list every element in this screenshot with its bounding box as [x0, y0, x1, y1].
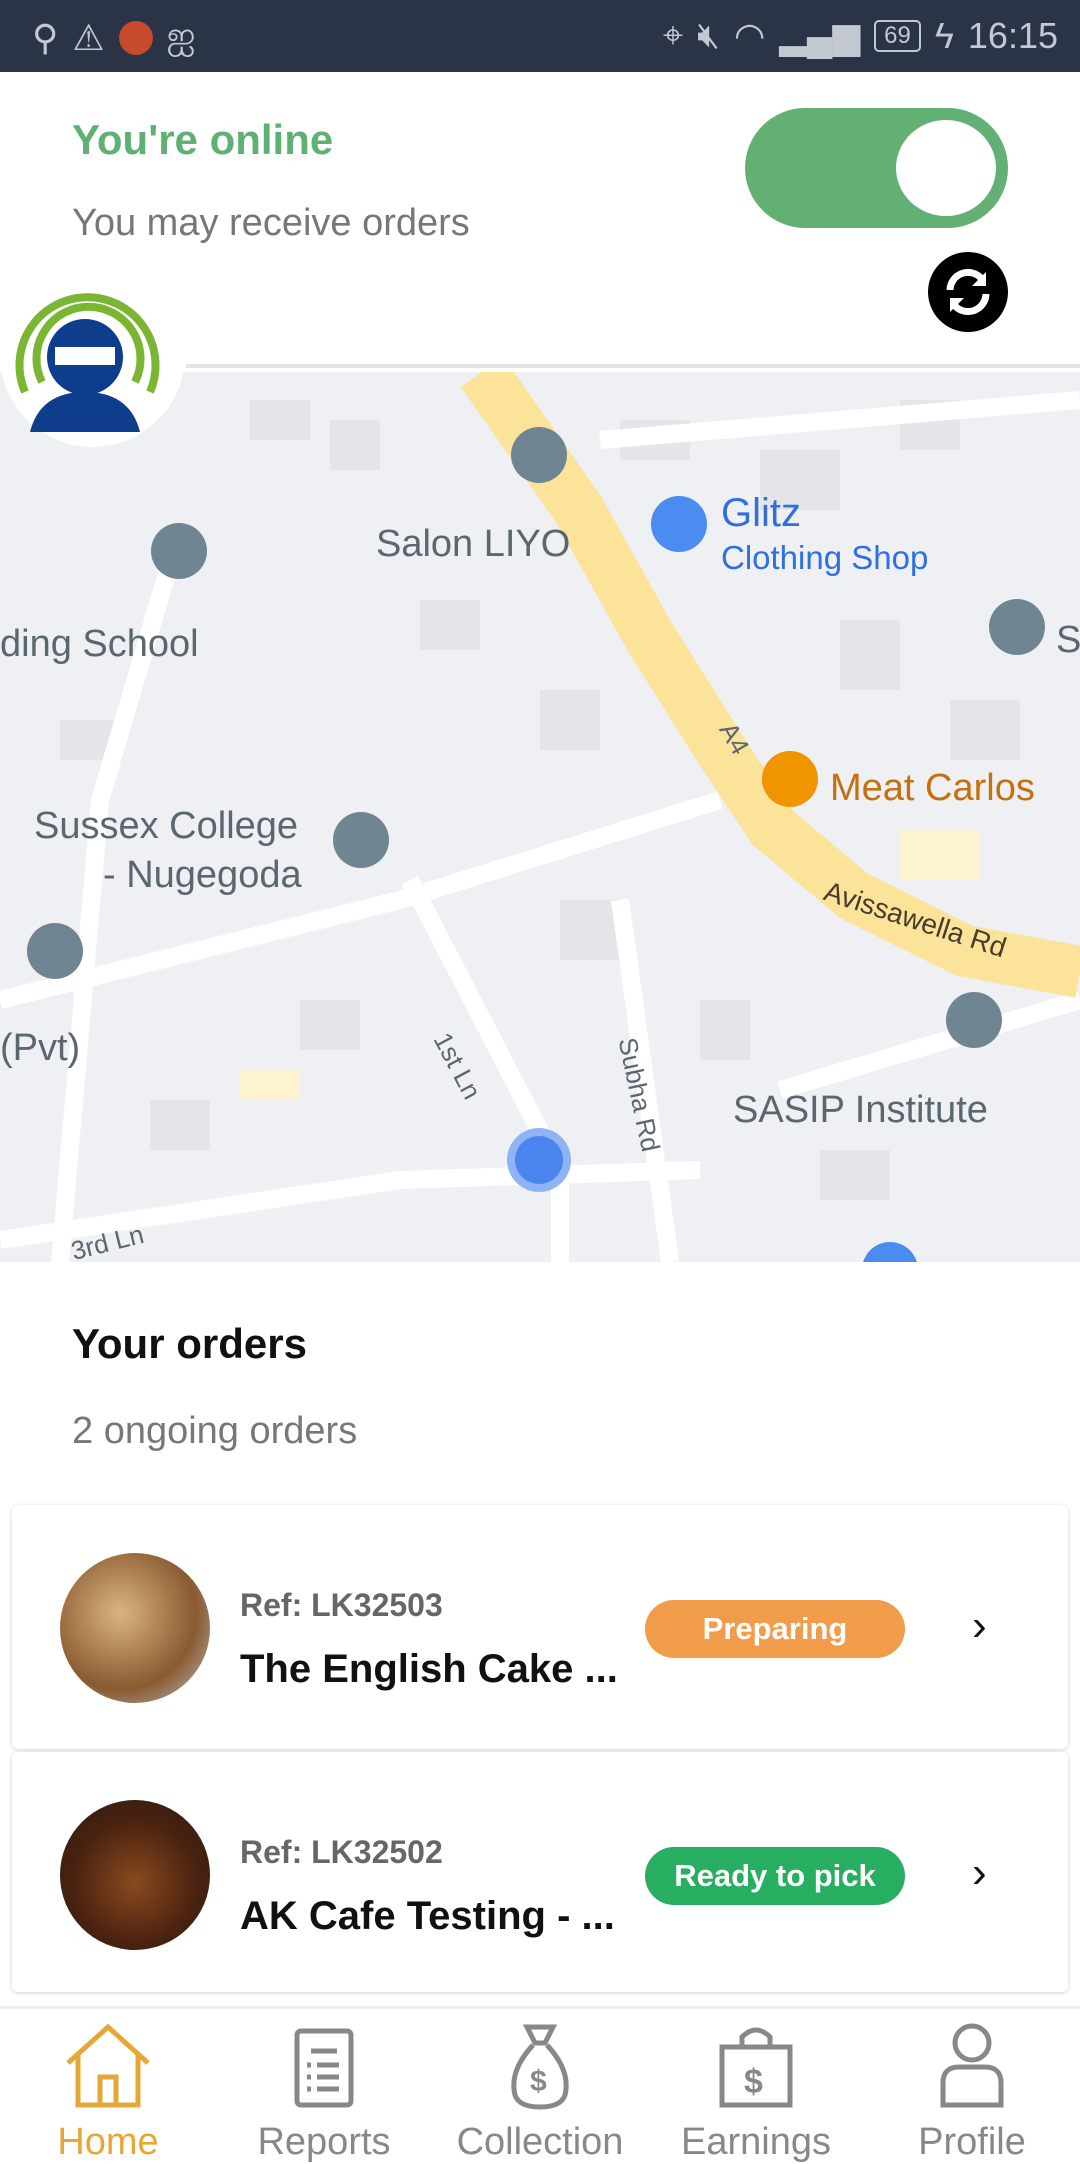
refresh-icon	[946, 268, 990, 316]
notification-icons: ⚲ ⚠ ஐ	[32, 14, 196, 61]
refresh-button[interactable]	[928, 252, 1008, 332]
location-icon: ⌖	[662, 14, 684, 55]
map-label: SASIP Institute	[733, 1089, 988, 1131]
map-label: S	[1056, 619, 1080, 661]
orders-title: Your orders	[72, 1320, 307, 1367]
wifi-icon: ◠	[733, 14, 766, 56]
restaurant-image	[60, 1800, 210, 1950]
home-icon	[66, 2023, 150, 2108]
restaurant-name: AK Cafe Testing - ...	[240, 1894, 615, 1938]
toggle-knob	[896, 120, 996, 216]
nav-home[interactable]: Home	[0, 2009, 216, 2163]
chevron-right-icon: ›	[972, 1848, 987, 1897]
nav-earnings[interactable]: $ Earnings	[648, 2009, 864, 2163]
mute-icon: 🔇︎	[697, 14, 720, 55]
user-icon	[940, 2023, 1004, 2108]
order-ref: Ref: LK32502	[240, 1834, 443, 1870]
order-card[interactable]: Ref: LK32503 The English Cake ... Prepar…	[12, 1505, 1068, 1749]
map-label: (Pvt)	[0, 1027, 80, 1069]
map-label: 1st Ln	[428, 1027, 488, 1104]
charging-icon: ϟ	[934, 14, 954, 56]
chevron-right-icon: ›	[972, 1601, 987, 1650]
bottom-nav: Home Reports $ Collection $ Earnings Pro…	[0, 2006, 1080, 2163]
map-label: ding School	[0, 623, 199, 665]
restaurant-name: The English Cake ...	[240, 1647, 618, 1691]
status-bar: ⚲ ⚠ ஐ ⌖ 🔇︎ ◠ ▂▄▆ 69 ϟ 16:15	[0, 0, 1080, 72]
money-bag-icon: $	[511, 2024, 569, 2110]
order-card[interactable]: Ref: LK32502 AK Cafe Testing - ... Ready…	[12, 1752, 1068, 1992]
nav-profile[interactable]: Profile	[864, 2009, 1080, 2163]
signal-icon: ▂▄▆	[779, 14, 861, 56]
app-notification-icon	[118, 20, 153, 55]
money-bag-dollar-icon: $	[719, 2027, 793, 2108]
courier-logo	[0, 262, 185, 447]
map-canvas: Salon LIYO Glitz Clothing Shop ding Scho…	[0, 372, 1080, 1262]
svg-text:$: $	[530, 2065, 547, 2098]
clock: 16:15	[967, 14, 1058, 56]
status-badge: Preparing	[645, 1600, 905, 1658]
clipboard-icon	[294, 2028, 354, 2108]
orders-count: 2 ongoing orders	[72, 1410, 358, 1452]
map-label: Sussex College	[34, 805, 298, 847]
warning-icon: ⚠	[72, 16, 105, 58]
status-badge: Ready to pick	[645, 1847, 905, 1905]
map-label: Subha Rd	[613, 1035, 666, 1154]
map-label: - Nugegoda	[103, 854, 302, 896]
map-label: Clothing Shop	[721, 539, 928, 576]
nav-collection[interactable]: $ Collection	[432, 2009, 648, 2163]
nav-reports[interactable]: Reports	[216, 2009, 432, 2163]
order-ref: Ref: LK32503	[240, 1587, 443, 1623]
battery-indicator: 69	[874, 19, 921, 52]
restaurant-image	[60, 1553, 210, 1703]
online-status-title: You're online	[72, 116, 334, 163]
online-toggle[interactable]	[745, 108, 1008, 228]
map-label: Salon LIYO	[376, 523, 570, 565]
svg-text:$: $	[744, 2063, 763, 2101]
map-label: Glitz	[721, 491, 801, 535]
map-view[interactable]: Salon LIYO Glitz Clothing Shop ding Scho…	[0, 372, 1080, 1262]
divider	[186, 364, 1080, 368]
map-label: Meat Carlos	[830, 767, 1035, 809]
online-status-subtitle: You may receive orders	[72, 202, 470, 244]
app-icon: ஐ	[166, 14, 196, 55]
usb-icon: ⚲	[32, 16, 59, 58]
